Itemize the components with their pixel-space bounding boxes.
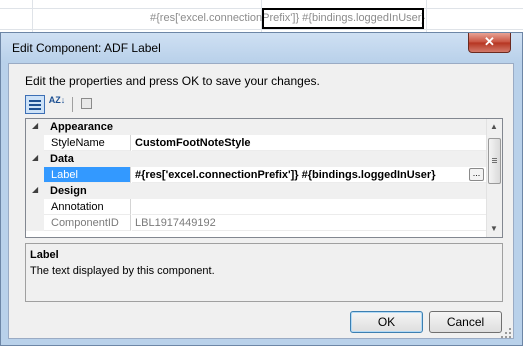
property-name: StyleName bbox=[44, 135, 131, 151]
property-value[interactable] bbox=[132, 199, 486, 215]
edit-component-dialog: Edit Component: ADF Label ✕ Edit the pro… bbox=[0, 32, 523, 346]
property-pages-icon bbox=[81, 98, 92, 109]
category-data[interactable]: ◢ Data bbox=[26, 151, 486, 167]
selected-cell-border[interactable] bbox=[262, 8, 424, 29]
category-label: Appearance bbox=[50, 121, 113, 133]
property-name: Label bbox=[44, 167, 131, 183]
property-row-stylename[interactable]: StyleName CustomFootNoteStyle bbox=[26, 135, 486, 151]
property-row-label[interactable]: Label #{res['excel.connectionPrefix']} #… bbox=[26, 167, 486, 183]
close-button[interactable]: ✕ bbox=[468, 33, 511, 53]
property-grid-scrollbar[interactable]: ▲ ▼ bbox=[486, 119, 502, 237]
property-pages-button[interactable] bbox=[77, 95, 97, 114]
scroll-up-arrow-icon[interactable]: ▲ bbox=[490, 122, 498, 131]
row-gutter bbox=[26, 135, 44, 151]
expanded-triangle-icon[interactable]: ◢ bbox=[32, 185, 38, 194]
property-row-annotation[interactable]: Annotation bbox=[26, 199, 486, 215]
dialog-client-area: Edit the properties and press OK to save… bbox=[8, 63, 514, 339]
category-appearance[interactable]: ◢ Appearance bbox=[26, 119, 486, 135]
scrollbar-thumb[interactable] bbox=[488, 138, 501, 184]
toolbar-separator bbox=[72, 97, 73, 112]
row-gridline bbox=[0, 29, 523, 30]
category-design[interactable]: ◢ Design bbox=[26, 183, 486, 199]
category-label: Design bbox=[50, 185, 87, 197]
property-row-componentid[interactable]: ComponentID LBL1917449192 bbox=[26, 215, 486, 231]
description-pane: Label The text displayed by this compone… bbox=[25, 243, 503, 302]
property-grid: ◢ Appearance StyleName CustomFootNoteSty… bbox=[25, 118, 503, 238]
alphabetical-view-button[interactable]: AZ↓ bbox=[47, 95, 67, 114]
expanded-triangle-icon[interactable]: ◢ bbox=[32, 153, 38, 162]
description-title: Label bbox=[30, 249, 59, 261]
ellipsis-button[interactable]: ... bbox=[469, 168, 484, 181]
scroll-down-arrow-icon[interactable]: ▼ bbox=[490, 224, 498, 233]
close-icon: ✕ bbox=[484, 34, 495, 49]
description-text: The text displayed by this component. bbox=[30, 265, 215, 277]
property-name: Annotation bbox=[44, 199, 131, 215]
row-gutter bbox=[26, 199, 44, 215]
category-label: Data bbox=[50, 153, 74, 165]
alphabetical-sort-icon: AZ↓ bbox=[48, 95, 66, 105]
resize-grip-icon[interactable] bbox=[501, 328, 511, 338]
property-grid-toolbar: AZ↓ bbox=[25, 95, 111, 115]
property-name: ComponentID bbox=[44, 215, 131, 231]
row-gutter bbox=[26, 215, 44, 231]
dialog-titlebar[interactable]: Edit Component: ADF Label ✕ bbox=[1, 33, 522, 62]
property-value[interactable]: CustomFootNoteStyle bbox=[132, 135, 486, 151]
dialog-title: Edit Component: ADF Label bbox=[12, 41, 161, 55]
categorized-view-button[interactable] bbox=[25, 95, 45, 114]
property-value: LBL1917449192 bbox=[132, 215, 486, 231]
cancel-button[interactable]: Cancel bbox=[429, 311, 502, 333]
ok-button[interactable]: OK bbox=[350, 311, 423, 333]
property-value[interactable]: #{res['excel.connectionPrefix']} #{bindi… bbox=[132, 167, 486, 183]
row-gutter bbox=[26, 167, 44, 183]
categorized-view-icon bbox=[29, 99, 41, 111]
instructions-text: Edit the properties and press OK to save… bbox=[25, 74, 320, 88]
expanded-triangle-icon[interactable]: ◢ bbox=[32, 121, 38, 130]
